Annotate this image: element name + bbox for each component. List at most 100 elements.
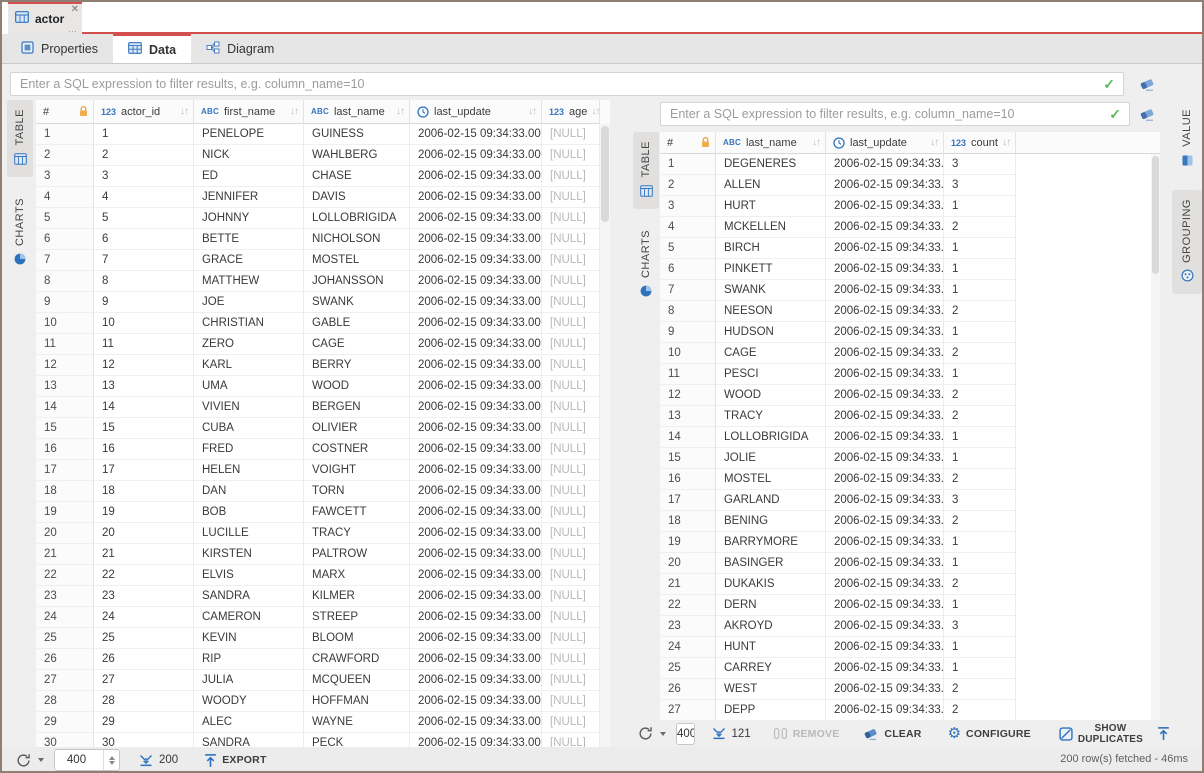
clear-filter-icon[interactable] — [1136, 74, 1158, 94]
cell[interactable]: 2006-02-15 09:34:33.000 — [410, 208, 542, 229]
cell[interactable]: 2 — [944, 469, 1016, 490]
cell[interactable]: SANDRA — [194, 586, 304, 607]
row-number[interactable]: 30 — [36, 733, 94, 747]
row-number[interactable]: 17 — [660, 490, 716, 511]
cell[interactable]: BASINGER — [716, 553, 826, 574]
cell[interactable]: [NULL] — [542, 355, 600, 376]
cell[interactable]: ZERO — [194, 334, 304, 355]
column-header-rownum[interactable]: # — [660, 132, 716, 154]
cell[interactable]: 1 — [944, 259, 1016, 280]
cell[interactable]: 2006-02-15 09:34:33.000 — [410, 124, 542, 145]
cell[interactable]: DEPP — [716, 700, 826, 720]
row-number[interactable]: 5 — [660, 238, 716, 259]
row-number[interactable]: 17 — [36, 460, 94, 481]
cell[interactable]: CHRISTIAN — [194, 313, 304, 334]
cell[interactable]: 19 — [94, 502, 194, 523]
cell[interactable]: [NULL] — [542, 145, 600, 166]
cell[interactable]: BETTE — [194, 229, 304, 250]
cell[interactable]: 3 — [944, 154, 1016, 175]
cell[interactable]: 1 — [94, 124, 194, 145]
cell[interactable]: 2006-02-15 09:34:33.000 — [410, 166, 542, 187]
cell[interactable]: [NULL] — [542, 712, 600, 733]
cell[interactable]: BERGEN — [304, 397, 410, 418]
cell[interactable]: [NULL] — [542, 334, 600, 355]
apply-filter-icon[interactable]: ✓ — [1103, 76, 1115, 93]
sort-icons[interactable]: ↓↑ — [587, 106, 599, 117]
cell[interactable]: [NULL] — [542, 523, 600, 544]
cell[interactable]: 2006-02-15 09:34:33.000 — [410, 460, 542, 481]
cell[interactable]: BERRY — [304, 355, 410, 376]
cell[interactable]: LOLLOBRIGIDA — [716, 427, 826, 448]
cell[interactable]: KARL — [194, 355, 304, 376]
cell[interactable]: 5 — [94, 208, 194, 229]
sort-icons[interactable]: ↓↑ — [998, 137, 1010, 148]
cell[interactable]: KEVIN — [194, 628, 304, 649]
configure-button[interactable]: ⚙ CONFIGURE — [948, 726, 1031, 741]
cell[interactable]: 1 — [944, 322, 1016, 343]
cell[interactable]: CRAWFORD — [304, 649, 410, 670]
row-number[interactable]: 2 — [36, 145, 94, 166]
cell[interactable]: GRACE — [194, 250, 304, 271]
grouping-side-tab-charts[interactable]: CHARTS — [633, 221, 659, 309]
cell[interactable]: 1 — [944, 595, 1016, 616]
cell[interactable]: 3 — [944, 175, 1016, 196]
fetch-size-stepper[interactable]: 400 — [54, 749, 120, 771]
cell[interactable]: JOE — [194, 292, 304, 313]
cell[interactable]: 2006-02-15 09:34:33.000 — [826, 259, 944, 280]
cell[interactable]: [NULL] — [542, 544, 600, 565]
cell[interactable]: DAN — [194, 481, 304, 502]
cell[interactable]: 2 — [944, 574, 1016, 595]
row-number[interactable]: 24 — [36, 607, 94, 628]
cell[interactable]: 2006-02-15 09:34:33.000 — [826, 322, 944, 343]
row-number[interactable]: 15 — [660, 448, 716, 469]
cell[interactable]: 2006-02-15 09:34:33.000 — [826, 343, 944, 364]
cell[interactable]: 13 — [94, 376, 194, 397]
stepper-arrows[interactable] — [103, 750, 119, 770]
cell[interactable]: [NULL] — [542, 292, 600, 313]
cell[interactable]: WAHLBERG — [304, 145, 410, 166]
cell[interactable]: KILMER — [304, 586, 410, 607]
cell[interactable]: 6 — [94, 229, 194, 250]
cell[interactable]: [NULL] — [542, 649, 600, 670]
row-number[interactable]: 13 — [36, 376, 94, 397]
cell[interactable]: 2006-02-15 09:34:33.000 — [410, 502, 542, 523]
row-number[interactable]: 24 — [660, 637, 716, 658]
cell[interactable]: 30 — [94, 733, 194, 747]
cell[interactable]: 16 — [94, 439, 194, 460]
cell[interactable]: 2006-02-15 09:34:33.000 — [826, 511, 944, 532]
cell[interactable]: DERN — [716, 595, 826, 616]
column-header-last_update[interactable]: last_update↓↑ — [410, 100, 542, 124]
cell[interactable]: 2006-02-15 09:34:33.000 — [826, 595, 944, 616]
cell[interactable]: 2006-02-15 09:34:33.000 — [410, 187, 542, 208]
row-number[interactable]: 11 — [660, 364, 716, 385]
sort-icons[interactable]: ↓↑ — [286, 106, 298, 117]
cell[interactable]: STREEP — [304, 607, 410, 628]
row-number[interactable]: 22 — [36, 565, 94, 586]
cell[interactable]: 2006-02-15 09:34:33.000 — [826, 175, 944, 196]
cell[interactable]: 2 — [944, 217, 1016, 238]
row-number[interactable]: 23 — [36, 586, 94, 607]
row-number[interactable]: 22 — [660, 595, 716, 616]
cell[interactable]: BLOOM — [304, 628, 410, 649]
cell[interactable]: WEST — [716, 679, 826, 700]
remove-button[interactable]: REMOVE — [773, 727, 840, 740]
cell[interactable]: 25 — [94, 628, 194, 649]
row-number[interactable]: 12 — [660, 385, 716, 406]
cell[interactable]: 2006-02-15 09:34:33.000 — [410, 355, 542, 376]
cell[interactable]: PALTROW — [304, 544, 410, 565]
cell[interactable]: CARREY — [716, 658, 826, 679]
cell[interactable]: TRACY — [304, 523, 410, 544]
row-number[interactable]: 7 — [660, 280, 716, 301]
row-number[interactable]: 5 — [36, 208, 94, 229]
cell[interactable]: 2006-02-15 09:34:33.000 — [410, 670, 542, 691]
cell[interactable]: [NULL] — [542, 208, 600, 229]
sort-icons[interactable]: ↓↑ — [808, 137, 820, 148]
fetch-size-value[interactable]: 400 — [55, 750, 98, 770]
cell[interactable]: [NULL] — [542, 586, 600, 607]
cell[interactable]: ED — [194, 166, 304, 187]
cell[interactable]: DEGENERES — [716, 154, 826, 175]
row-number[interactable]: 19 — [660, 532, 716, 553]
cell[interactable]: VIVIEN — [194, 397, 304, 418]
cell[interactable]: 20 — [94, 523, 194, 544]
editor-tab-actor[interactable]: actor ✕ … — [8, 2, 82, 34]
